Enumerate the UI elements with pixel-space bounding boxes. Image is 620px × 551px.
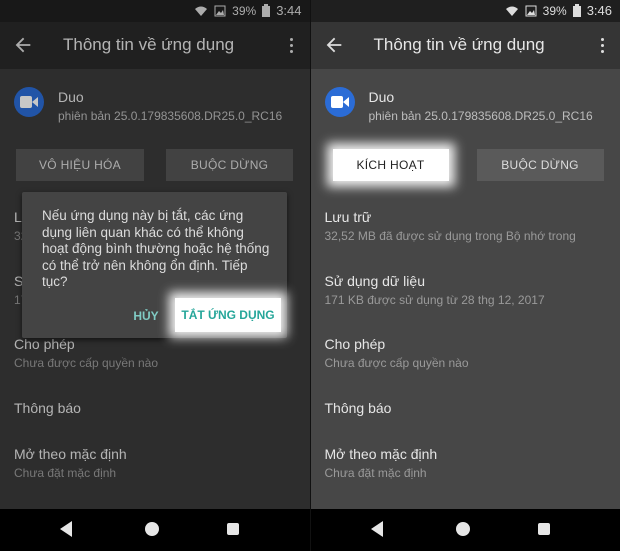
battery-percent: 39% — [542, 3, 567, 18]
nav-bar — [0, 509, 310, 551]
cancel-button[interactable]: HỦY — [126, 302, 166, 330]
app-bar: Thông tin về ứng dụng — [310, 22, 620, 69]
left-screen: 39% 3:44 Thông tin về ứng dụng Duo phiên… — [0, 0, 310, 551]
nav-bar — [310, 509, 620, 551]
app-name: Duo — [368, 89, 395, 105]
nav-home-icon[interactable] — [455, 522, 470, 536]
nav-back-icon[interactable] — [60, 521, 72, 537]
notifications-section[interactable]: Thông báo — [325, 400, 610, 416]
enable-button[interactable]: KÍCH HOẠT — [332, 149, 449, 181]
force-stop-button[interactable]: BUỘC DỪNG — [476, 149, 604, 181]
status-bar: 39% 3:46 — [310, 0, 620, 22]
nav-recents-icon[interactable] — [537, 523, 550, 535]
image-icon — [525, 5, 537, 16]
more-vert-icon[interactable] — [594, 34, 610, 56]
storage-section[interactable]: Lưu trữ 32,52 MB đã được sử dụng trong B… — [325, 209, 610, 243]
nav-back-icon[interactable] — [370, 521, 383, 537]
app-version: phiên bản 25.0.179835608.DR25.0_RC16 — [368, 109, 593, 123]
disable-app-button[interactable]: TẮT ỨNG DỤNG — [175, 298, 281, 332]
status-time: 3:46 — [586, 3, 612, 18]
app-info-content: Duo phiên bản 25.0.179835608.DR25.0_RC16… — [310, 69, 620, 509]
dialog-message: Nếu ứng dụng này bị tắt, các ứng dụng li… — [42, 208, 270, 289]
data-usage-section[interactable]: Sử dụng dữ liệu 171 KB được sử dụng từ 2… — [325, 273, 610, 307]
nav-home-icon[interactable] — [145, 522, 159, 536]
back-arrow-icon[interactable] — [323, 34, 345, 56]
wifi-icon — [505, 6, 518, 16]
open-by-default-section[interactable]: Mở theo mặc định Chưa đặt mặc định — [325, 446, 610, 480]
disable-confirm-dialog: Nếu ứng dụng này bị tắt, các ứng dụng li… — [22, 192, 287, 338]
page-title: Thông tin về ứng dụng — [373, 35, 545, 54]
nav-recents-icon[interactable] — [227, 523, 239, 535]
right-screen: 39% 3:46 Thông tin về ứng dụng Duo phiên… — [309, 0, 620, 551]
battery-icon — [572, 4, 581, 17]
permissions-section[interactable]: Cho phép Chưa được cấp quyền nào — [325, 336, 610, 370]
duo-video-icon — [324, 87, 355, 117]
